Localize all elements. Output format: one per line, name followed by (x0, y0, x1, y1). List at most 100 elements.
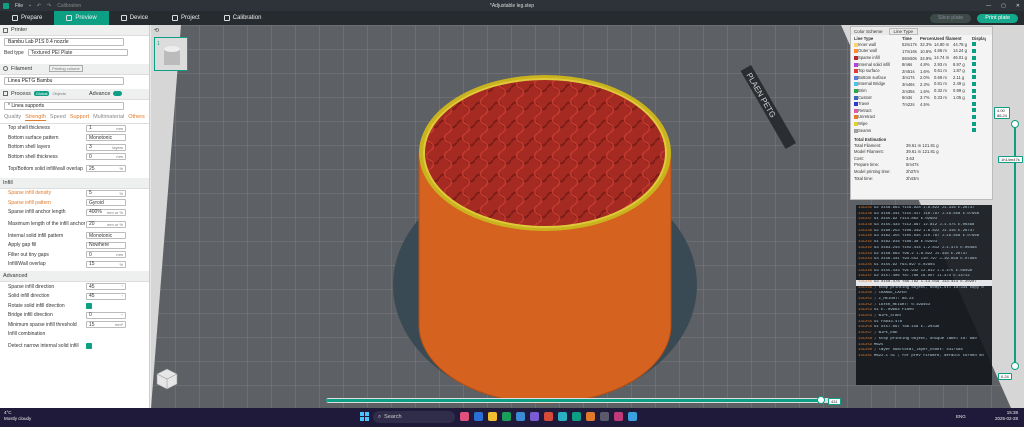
display-checkbox[interactable] (972, 42, 976, 47)
move-slider[interactable] (326, 396, 836, 404)
tab-support[interactable]: Support (70, 114, 89, 121)
printer-select[interactable]: Bambu Lab P1S 0.4 nozzle (4, 38, 124, 46)
line-type-row[interactable]: Top surface 2m51s 1.6% 0.61 m 1.87 g (851, 68, 992, 75)
close-icon[interactable]: ✕ (1016, 3, 1020, 9)
system-clock[interactable]: 15:38 2025-02-28 (995, 410, 1018, 422)
display-checkbox[interactable] (972, 81, 976, 86)
redo-icon[interactable]: ↷ (47, 3, 51, 9)
tab-strength[interactable]: Strength (25, 114, 46, 121)
display-checkbox[interactable] (972, 128, 976, 133)
tab-device[interactable]: Device (109, 11, 160, 25)
setting-value-field[interactable]: Nowhere (86, 241, 126, 249)
taskbar-app-icon[interactable] (530, 412, 539, 421)
line-type-row[interactable]: Wipe (851, 121, 992, 128)
rotate-view-icon[interactable]: ⟲ (154, 27, 160, 34)
weather-widget[interactable]: 4°C Mostly cloudy (4, 410, 31, 422)
taskbar-app-icon[interactable] (628, 412, 637, 421)
scheme-select[interactable]: Line Type (888, 27, 918, 35)
line-type-row[interactable]: Inner wall 52m17s 32.3% 14.80 m 44.78 g (851, 42, 992, 49)
display-checkbox[interactable] (972, 121, 976, 126)
display-toggle[interactable] (972, 48, 986, 54)
taskbar-app-icon[interactable] (558, 412, 567, 421)
taskbar-app-icon[interactable] (516, 412, 525, 421)
setting-value-field[interactable]: 1 mm (86, 124, 126, 132)
layer-slider-bottom-knob[interactable] (1011, 362, 1019, 370)
display-checkbox[interactable] (972, 75, 976, 80)
setting-value-field[interactable]: 25% (86, 165, 126, 172)
line-type-row[interactable]: Travel 7m22s 4.5% (851, 101, 992, 108)
display-toggle[interactable] (972, 68, 986, 74)
display-toggle[interactable] (972, 101, 986, 107)
taskbar-app-icon[interactable] (502, 412, 511, 421)
setting-value-field[interactable]: Monotonic (86, 232, 126, 240)
line-type-row[interactable]: Retract (851, 108, 992, 115)
setting-value-field[interactable]: 15% (86, 260, 126, 268)
setting-value-field[interactable]: 5% (86, 189, 126, 197)
maximize-icon[interactable]: ▢ (1001, 3, 1006, 9)
display-checkbox[interactable] (972, 68, 976, 73)
setting-value-field[interactable]: 20 mm or % (86, 220, 126, 228)
display-toggle[interactable] (972, 95, 986, 100)
display-toggle[interactable] (972, 121, 986, 127)
display-toggle[interactable] (972, 88, 986, 94)
display-checkbox[interactable] (972, 48, 976, 53)
taskbar-app-icon[interactable] (544, 412, 553, 421)
setting-value-field[interactable]: 0 mm (86, 153, 126, 161)
tab-project[interactable]: Project (160, 11, 212, 25)
display-toggle[interactable] (972, 108, 986, 113)
setting-value-field[interactable]: Gyroid (86, 199, 126, 207)
start-icon[interactable] (360, 412, 369, 421)
printing-volume-button[interactable]: Printing volume (49, 65, 83, 72)
display-toggle[interactable] (972, 62, 986, 67)
objects-toggle[interactable]: Objects (52, 91, 66, 96)
filament-select[interactable]: Linea PETG Bambu (4, 76, 124, 85)
setting-value-field[interactable]: 45 ° (86, 292, 126, 300)
minimize-icon[interactable]: — (986, 3, 991, 9)
setting-value-field[interactable]: 400% mm or % (86, 208, 126, 216)
setting-value-field[interactable]: 0 mm (86, 251, 126, 259)
tab-prepare[interactable]: Prepare (0, 11, 54, 25)
menu-file[interactable]: File (15, 3, 23, 9)
layer-slider-top-knob[interactable] (1011, 120, 1019, 128)
bambu-studio-icon[interactable] (572, 412, 581, 421)
advance-switch[interactable] (113, 91, 123, 96)
save-icon[interactable]: ▪ (29, 3, 31, 9)
line-type-row[interactable]: Internal solid infill 8m6s 4.8% 2.93 m 8.97 … (851, 61, 992, 68)
slice-plate-button[interactable]: Slice plate (929, 13, 972, 23)
setting-value-field[interactable]: 3 layers (86, 143, 126, 151)
tab-multimaterial[interactable]: Multimaterial (93, 114, 124, 121)
print-plate-button[interactable]: Print plate (977, 13, 1018, 23)
taskbar-app-icon[interactable] (586, 412, 595, 421)
tab-speed[interactable]: Speed (50, 114, 66, 121)
line-type-row[interactable]: Outer wall 17m16s 10.6% 4.66 m 14.24 g (851, 48, 992, 55)
display-toggle[interactable] (972, 81, 986, 87)
bed-type-select[interactable]: Textured PEI Plate (28, 49, 128, 57)
undo-icon[interactable]: ↶ (37, 3, 41, 9)
tab-calibration[interactable]: Calibration (212, 11, 274, 25)
display-checkbox[interactable] (972, 95, 976, 100)
setting-checkbox[interactable] (86, 343, 92, 349)
display-checkbox[interactable] (972, 114, 976, 119)
view-cube[interactable] (156, 368, 178, 390)
global-toggle[interactable]: Global (33, 91, 50, 96)
setting-value-field[interactable]: 0 ° (86, 311, 126, 319)
taskbar-app-icon[interactable] (614, 412, 623, 421)
line-type-row[interactable]: Unretract (851, 114, 992, 121)
plate-thumbnail[interactable]: 1 (154, 37, 188, 71)
line-type-row[interactable]: Bottom surface 3m17s 2.0% 0.69 m 2.11 g (851, 75, 992, 82)
language-indicator[interactable]: ENG (956, 414, 966, 419)
setting-value-field[interactable]: 45 ° (86, 283, 126, 291)
setting-value-field[interactable]: Monotonic (86, 134, 126, 142)
line-type-row[interactable]: Custom 6m3s 3.7% 0.33 m 1.05 g (851, 94, 992, 101)
setting-value-field[interactable]: 15 mm² (86, 321, 126, 329)
taskbar-app-icon[interactable] (600, 412, 609, 421)
line-type-row[interactable]: Brim 2m35s 1.6% 0.32 m 0.99 g (851, 88, 992, 95)
tab-preview[interactable]: Preview (54, 11, 109, 25)
folder-icon[interactable] (488, 412, 497, 421)
gcode-viewer[interactable]: 131235 G2 X158.663 Y116.828 I-8.822 J1.31… (856, 205, 992, 385)
display-checkbox[interactable] (972, 108, 976, 113)
taskbar-app-icon[interactable] (474, 412, 483, 421)
display-toggle[interactable] (972, 128, 986, 133)
line-type-row[interactable]: Sparse infill 56m50s 34.9% 14.74 m 46.01 g (851, 55, 992, 62)
display-toggle[interactable] (972, 75, 986, 80)
